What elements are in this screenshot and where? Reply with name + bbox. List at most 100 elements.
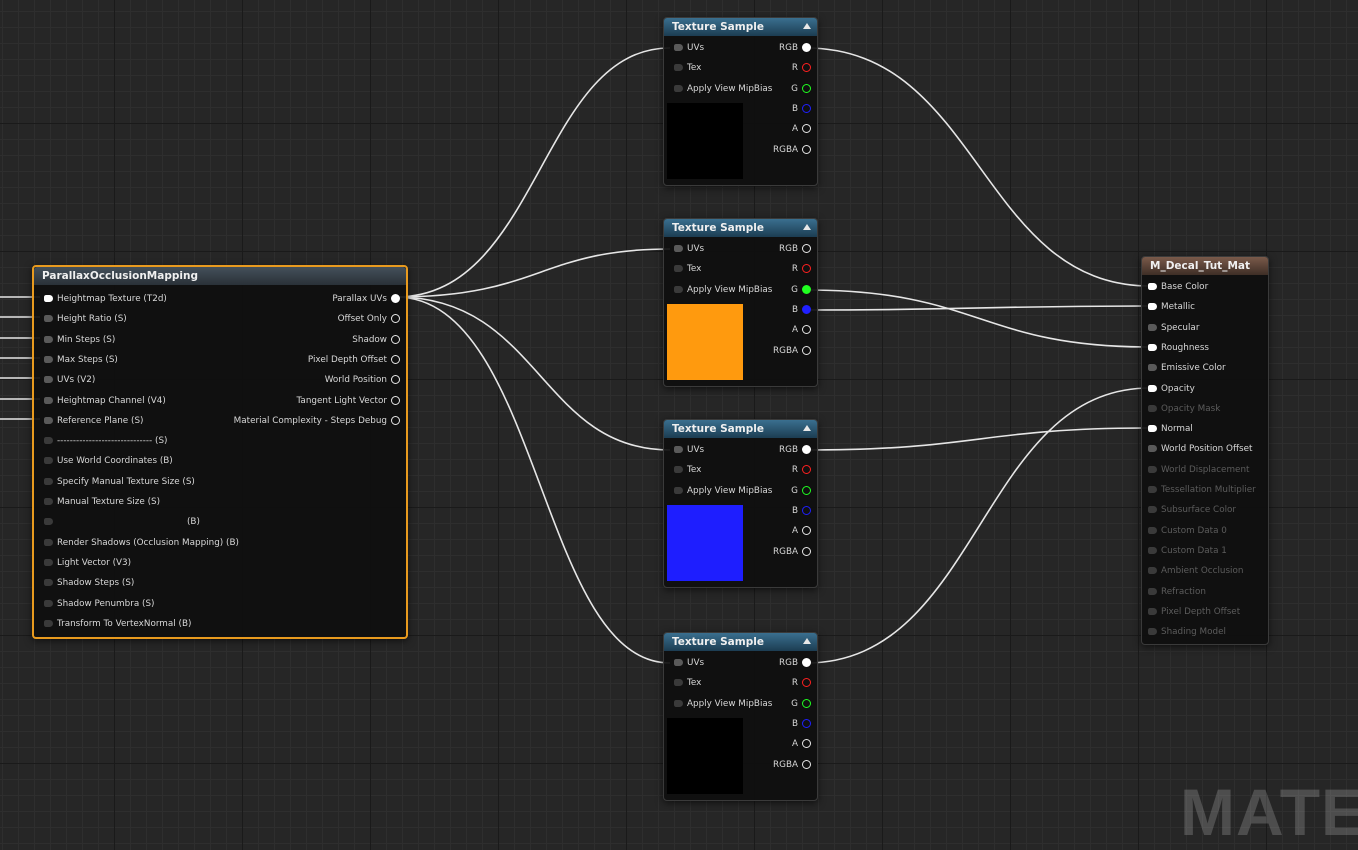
input-pin-icon[interactable] [1148,506,1157,514]
input-pin-icon[interactable] [674,265,683,273]
input-pin-icon[interactable] [674,285,683,293]
texture-output-pin[interactable]: B [792,101,811,117]
output-pin-icon[interactable] [391,354,400,364]
texture-input-pin[interactable]: Tex [670,60,701,76]
input-pin-icon[interactable] [1148,628,1157,636]
texture-input-pin[interactable]: Tex [670,675,701,691]
material-input-pin[interactable]: Custom Data 1 [1144,543,1227,559]
material-input-pin[interactable]: Ambient Occlusion [1144,563,1243,579]
texture-output-pin[interactable]: G [791,282,811,298]
output-pin-icon[interactable] [391,415,400,425]
texture-output-pin[interactable]: RGB [779,442,811,458]
input-pin-icon[interactable] [674,466,683,474]
material-input-pin[interactable]: Opacity [1144,381,1195,397]
texture-sample-4[interactable]: Texture Sample UVs Tex Apply View MipBias R… [663,632,818,801]
material-input-pin[interactable]: Subsurface Color [1144,502,1236,518]
texture-output-pin[interactable]: R [792,675,811,691]
input-pin-icon[interactable] [44,315,53,323]
input-pin-icon[interactable] [44,416,53,424]
input-pin-icon[interactable] [674,699,683,707]
texture-input-pin[interactable]: UVs [670,655,704,671]
input-pin-icon[interactable] [674,659,683,666]
input-pin-icon[interactable] [1148,546,1157,554]
pom-input-pin[interactable]: Transform To VertexNormal (B) [40,616,191,632]
pom-input-pin[interactable]: Light Vector (V3) [40,555,131,571]
texture-output-pin[interactable]: B [792,716,811,732]
output-pin-icon[interactable] [802,658,811,667]
input-pin-icon[interactable] [1148,364,1157,372]
pom-output-pin[interactable]: Tangent Light Vector [297,393,400,409]
input-pin-icon[interactable] [44,538,53,546]
texture-output-pin[interactable]: RGBA [773,544,811,560]
texture-output-pin[interactable]: R [792,60,811,76]
pom-output-pin[interactable]: Material Complexity - Steps Debug [234,413,400,429]
collapse-arrow-icon[interactable] [803,23,811,29]
texture-input-pin[interactable]: Apply View MipBias [670,483,772,499]
material-input-pin[interactable]: Pixel Depth Offset [1144,604,1240,620]
input-pin-icon[interactable] [674,84,683,92]
texture-input-pin[interactable]: UVs [670,241,704,257]
texture-output-pin[interactable]: RGBA [773,142,811,158]
collapse-arrow-icon[interactable] [803,638,811,644]
output-pin-icon[interactable] [802,546,811,556]
output-pin-icon[interactable] [802,698,811,708]
input-pin-icon[interactable] [1148,323,1157,331]
output-pin-icon[interactable] [802,678,811,688]
input-pin-icon[interactable] [1148,526,1157,534]
pom-output-pin[interactable]: Offset Only [338,311,400,327]
input-pin-icon[interactable] [44,558,53,566]
texture-output-pin[interactable]: A [792,121,811,137]
collapse-arrow-icon[interactable] [803,425,811,431]
input-pin-icon[interactable] [44,619,53,627]
output-pin-icon[interactable] [802,124,811,134]
pom-input-pin[interactable]: (B) [40,514,200,530]
input-pin-icon[interactable] [44,599,53,607]
pom-input-pin[interactable]: Shadow Penumbra (S) [40,596,154,612]
output-pin-icon[interactable] [802,244,811,253]
output-pin-icon[interactable] [802,103,811,113]
pom-input-pin[interactable]: Render Shadows (Occlusion Mapping) (B) [40,535,239,551]
input-pin-icon[interactable] [1148,303,1157,311]
texture-output-pin[interactable]: G [791,81,811,97]
output-pin-icon[interactable] [391,395,400,405]
texture-output-pin[interactable]: B [792,302,811,318]
pom-input-pin[interactable]: UVs (V2) [40,372,95,388]
texture-output-pin[interactable]: A [792,322,811,338]
input-pin-icon[interactable] [674,446,683,453]
output-pin-icon[interactable] [802,485,811,495]
pom-output-pin[interactable]: Shadow [352,332,400,348]
material-input-pin[interactable]: Base Color [1144,279,1208,295]
output-pin-icon[interactable] [802,526,811,536]
pom-input-pin[interactable]: Min Steps (S) [40,332,115,348]
input-pin-icon[interactable] [674,679,683,687]
output-pin-icon[interactable] [802,739,811,749]
output-pin-icon[interactable] [802,445,811,454]
output-pin-icon[interactable] [802,264,811,274]
input-pin-icon[interactable] [1148,425,1157,433]
pom-output-pin[interactable]: Parallax UVs [332,291,400,307]
input-pin-icon[interactable] [44,498,53,505]
input-pin-icon[interactable] [44,355,53,363]
output-pin-icon[interactable] [802,759,811,769]
output-pin-icon[interactable] [391,294,400,303]
input-pin-icon[interactable] [1148,465,1157,473]
input-pin-icon[interactable] [44,457,53,465]
output-pin-icon[interactable] [391,334,400,344]
pom-input-pin[interactable]: Height Ratio (S) [40,311,127,327]
output-pin-icon[interactable] [802,43,811,52]
input-pin-icon[interactable] [44,376,53,384]
material-input-pin[interactable]: Roughness [1144,340,1209,356]
texture-output-pin[interactable]: RGB [779,40,811,56]
pom-node-title[interactable]: ParallaxOcclusionMapping [34,267,406,285]
pom-input-pin[interactable]: Heightmap Channel (V4) [40,393,166,409]
output-pin-icon[interactable] [802,345,811,355]
input-pin-icon[interactable] [44,518,53,526]
pom-input-pin[interactable]: Max Steps (S) [40,352,118,368]
input-pin-icon[interactable] [44,335,53,343]
pom-input-pin[interactable]: Shadow Steps (S) [40,575,134,591]
input-pin-icon[interactable] [1148,445,1157,453]
pom-input-pin[interactable]: Specify Manual Texture Size (S) [40,474,195,490]
output-pin-icon[interactable] [802,465,811,475]
texture-output-pin[interactable]: A [792,523,811,539]
material-input-pin[interactable]: Refraction [1144,584,1206,600]
